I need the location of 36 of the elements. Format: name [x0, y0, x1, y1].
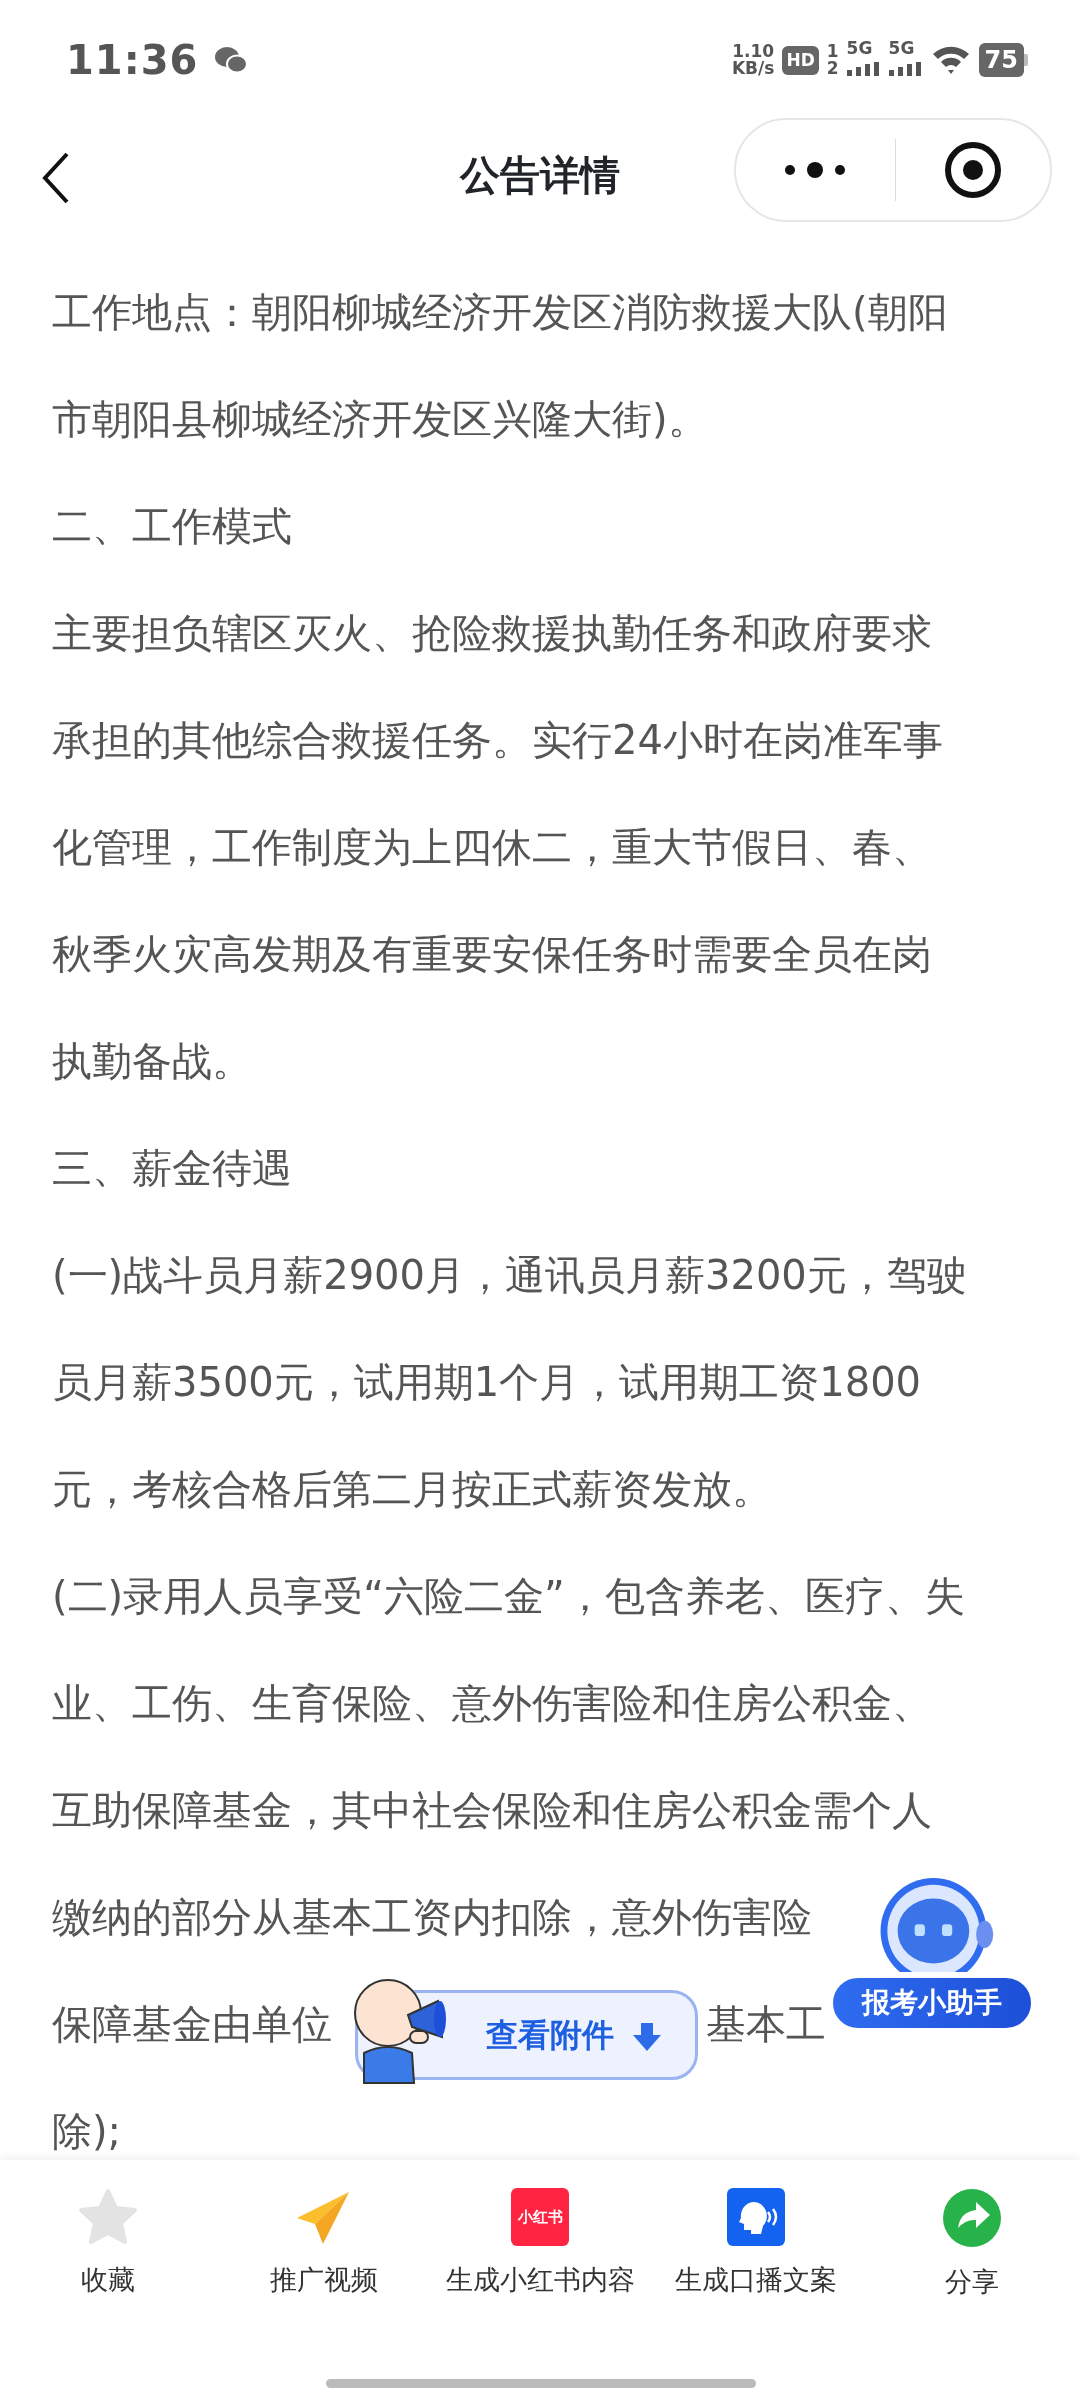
action-label: 生成口播文案: [675, 2263, 837, 2297]
network-type: 5G: [846, 39, 874, 57]
sim-slot: 1: [826, 43, 839, 60]
share-icon: [942, 2188, 1002, 2248]
network-speed: 1.10: [732, 43, 775, 60]
paragraph: 二、工作模式: [52, 502, 292, 551]
page-title: 公告详情: [458, 151, 621, 200]
status-time: 11:36: [66, 36, 199, 85]
sim-slot: 2: [826, 60, 839, 77]
star-icon: [78, 2188, 138, 2246]
text-line: 保障基金由单位: [52, 2000, 332, 2049]
network-unit: KB/s: [731, 60, 775, 77]
action-button[interactable]: 生成口播文案: [648, 2160, 864, 2309]
note-app-icon: 小红书: [511, 2188, 569, 2246]
paragraph: 三、薪金待遇: [52, 1144, 292, 1193]
paragraph: (一)战斗员月薪2900月，通讯员月薪3200元，驾驶 员月薪3500元，试用期1个月，试用期工资1800 元，考核合格后第二月按正式薪资发放。: [52, 1251, 967, 1514]
text-line: 除);: [52, 2107, 122, 2156]
action-button[interactable]: 推广视频: [216, 2160, 432, 2309]
action-label: 收藏: [81, 2263, 135, 2297]
action-button[interactable]: 分享: [864, 2160, 1080, 2309]
action-label: 推广视频: [270, 2263, 378, 2297]
action-button[interactable]: 小红书 生成小红书内容: [432, 2160, 648, 2309]
network-type: 5G: [888, 39, 916, 57]
action-label: 分享: [945, 2265, 999, 2299]
battery-level: 75: [978, 43, 1024, 77]
text-line: 缴纳的部分从基本工资内扣除，意外伤害险: [52, 1893, 812, 1942]
action-label: 生成小红书内容: [445, 2263, 635, 2297]
hd-badge: HD: [782, 45, 819, 75]
paragraph: (二)录用人员享受“六险二金”，包含养老、医疗、失 业、工伤、生育保险、意外伤害险和住房公积金、 互助保障基金，其中社会保险和住房公积金需个人: [52, 1572, 965, 1835]
action-button[interactable]: 收藏: [0, 2160, 216, 2309]
text-line: 基本工: [706, 2000, 826, 2049]
assistant-button[interactable]: 报考小助手: [830, 1975, 1034, 2031]
paragraph: 工作地点：朝阳柳城经济开发区消防救援大队(朝阳 市朝阳县柳城经济开发区兴隆大街)。: [52, 288, 948, 444]
speaking-head-icon: [727, 2188, 785, 2246]
chat-icon: [214, 45, 249, 75]
paragraph: 主要担负辖区灭火、抢险救援执勤任务和政府要求 承担的其他综合救援任务。实行24小时在岗准军事 化管理，工作制度为上四休二，重大节假日、春、 秋季火灾高发期及有重要安保任务时需要全员在岗 执勤备战。: [52, 609, 943, 1086]
